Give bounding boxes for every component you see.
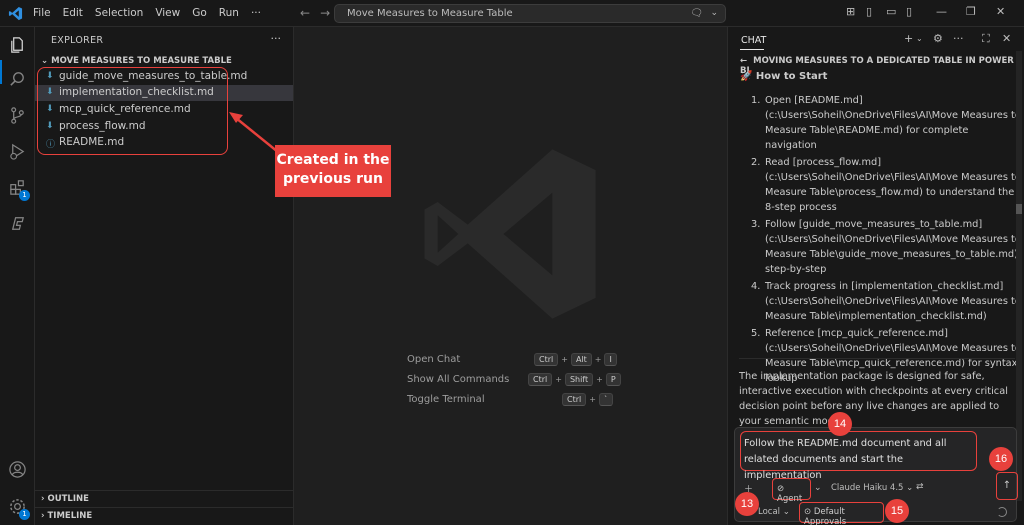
- copilot-chat-icon[interactable]: 🗨: [690, 8, 703, 19]
- step-text: Follow [guide_move_measures_to_table.md]…: [765, 219, 1021, 275]
- toggle-panel-icon[interactable]: ▭: [886, 5, 896, 18]
- key: Alt: [570, 353, 592, 366]
- toggle-sidebar-icon[interactable]: ▯: [866, 5, 872, 18]
- step-number: 5.: [751, 328, 761, 339]
- chevron-down-icon[interactable]: ⌄: [814, 483, 822, 493]
- key: Ctrl: [534, 353, 559, 366]
- fabric-icon[interactable]: [8, 214, 27, 233]
- shortcut-label: Show All Commands: [407, 374, 510, 385]
- arrow-up-icon: ↑: [1002, 480, 1012, 491]
- model-label: Claude Haiku 4.5: [831, 483, 904, 493]
- back-arrow-icon[interactable]: ←: [300, 6, 310, 20]
- list-item: 2. Read [process_flow.md] (c:\Users\Sohe…: [751, 155, 1021, 215]
- shortcut-keys: Ctrl + `: [561, 393, 614, 406]
- step-text: Open [README.md] (c:\Users\Soheil\OneDri…: [765, 95, 1021, 151]
- steps-list: 1. Open [README.md] (c:\Users\Soheil\One…: [751, 93, 1021, 388]
- outline-label: OUTLINE: [47, 494, 89, 504]
- key: `: [598, 393, 613, 406]
- chevron-right-icon: ›: [41, 494, 45, 504]
- chevron-right-icon: ›: [41, 511, 45, 521]
- chat-summary-text: The implementation package is designed f…: [739, 371, 1008, 427]
- key: Ctrl: [562, 393, 587, 406]
- chevron-down-icon[interactable]: ⌄: [916, 34, 923, 43]
- account-icon[interactable]: [8, 460, 27, 479]
- new-chat-icon[interactable]: +: [904, 32, 913, 45]
- accounts-badge: 1: [19, 509, 30, 520]
- divider: [35, 507, 293, 508]
- shortcut-keys: Ctrl + Shift + P: [527, 373, 622, 386]
- step-number: 2.: [751, 157, 761, 168]
- chat-input-text[interactable]: Follow the README.md document and all re…: [744, 436, 972, 484]
- back-arrow-icon[interactable]: ←: [740, 56, 747, 66]
- how-to-heading: 🚀 How to Start: [740, 71, 828, 82]
- local-label: Local: [758, 507, 781, 517]
- scrollbar-thumb[interactable]: [1016, 204, 1022, 214]
- session-target-picker[interactable]: Local ⌄: [758, 507, 790, 517]
- callout-arrow: [229, 112, 279, 153]
- key: Ctrl: [528, 373, 553, 386]
- shortcut-label: Open Chat: [407, 354, 461, 365]
- list-item: 1. Open [README.md] (c:\Users\Soheil\One…: [751, 93, 1021, 153]
- maximize-icon[interactable]: ⛶: [982, 32, 990, 46]
- chevron-down-icon[interactable]: ⌄: [710, 8, 718, 18]
- callout-line-2: previous run: [283, 171, 383, 187]
- step-number: 1.: [751, 95, 761, 106]
- shortcut-label: Toggle Terminal: [407, 394, 485, 405]
- settings-gear-icon[interactable]: ⚙: [933, 32, 943, 45]
- step-text: Track progress in [implementation_checkl…: [765, 281, 1021, 322]
- annotation-badge: 16: [989, 447, 1013, 471]
- loading-spinner-icon: [997, 507, 1007, 517]
- send-button[interactable]: ↑: [996, 472, 1018, 500]
- divider: [35, 490, 293, 491]
- annotation-badge: 13: [735, 492, 759, 516]
- command-center-label: Move Measures to Measure Table: [347, 8, 513, 19]
- forward-arrow-icon[interactable]: →: [320, 6, 330, 20]
- chat-panel: CHAT + ⌄ ⚙ ··· ⛶ ✕ ← MOVING MEASURES TO A…: [727, 27, 1024, 525]
- shortcut-keys: Ctrl + Alt + I: [533, 353, 618, 366]
- restore-icon[interactable]: ❐: [966, 5, 976, 18]
- step-number: 4.: [751, 281, 761, 292]
- annotation-badge: 15: [885, 499, 909, 523]
- shield-icon: ⊙: [804, 507, 812, 517]
- chat-tab[interactable]: CHAT: [741, 35, 766, 46]
- close-icon[interactable]: ✕: [996, 5, 1005, 18]
- editor-area: Open Chat Ctrl + Alt + I Show All Commands C…: [294, 27, 727, 525]
- list-item: 3. Follow [guide_move_measures_to_table.…: [751, 217, 1021, 277]
- model-picker[interactable]: Claude Haiku 4.5 ⌄: [831, 483, 913, 493]
- toggle-secondary-sidebar-icon[interactable]: ▯: [906, 5, 912, 18]
- key: I: [604, 353, 617, 366]
- timeline-label: TIMELINE: [47, 511, 93, 521]
- configure-tools-icon[interactable]: ⇄: [916, 482, 924, 492]
- key: P: [605, 373, 621, 386]
- outline-section[interactable]: › OUTLINE: [41, 494, 89, 504]
- callout-line-1: Created in the: [276, 152, 390, 168]
- approvals-label: Default Approvals: [804, 507, 847, 525]
- more-actions-icon[interactable]: ···: [953, 32, 964, 45]
- step-text: Read [process_flow.md] (c:\Users\Soheil\…: [765, 157, 1021, 213]
- list-item: 4. Track progress in [implementation_che…: [751, 279, 1021, 324]
- timeline-section[interactable]: › TIMELINE: [41, 511, 92, 521]
- approvals-button[interactable]: ⊙ Default Approvals: [799, 502, 884, 525]
- divider: [739, 358, 1015, 359]
- created-callout: Created in the previous run: [275, 145, 391, 197]
- agent-icon: ⊘: [777, 484, 785, 494]
- step-number: 3.: [751, 219, 761, 230]
- command-center[interactable]: Move Measures to Measure Table 🗨 ⌄: [334, 4, 726, 23]
- agent-mode-button[interactable]: ⊘ Agent: [772, 478, 811, 504]
- close-panel-icon[interactable]: ✕: [1002, 32, 1011, 45]
- annotation-badge: 14: [828, 412, 852, 436]
- minimize-icon[interactable]: —: [936, 5, 947, 18]
- vscode-watermark-icon: [424, 149, 596, 319]
- key: Shift: [564, 373, 594, 386]
- layout-icon[interactable]: ⊞: [846, 5, 855, 18]
- tab-underline: [740, 49, 764, 50]
- agent-label: Agent: [777, 494, 803, 504]
